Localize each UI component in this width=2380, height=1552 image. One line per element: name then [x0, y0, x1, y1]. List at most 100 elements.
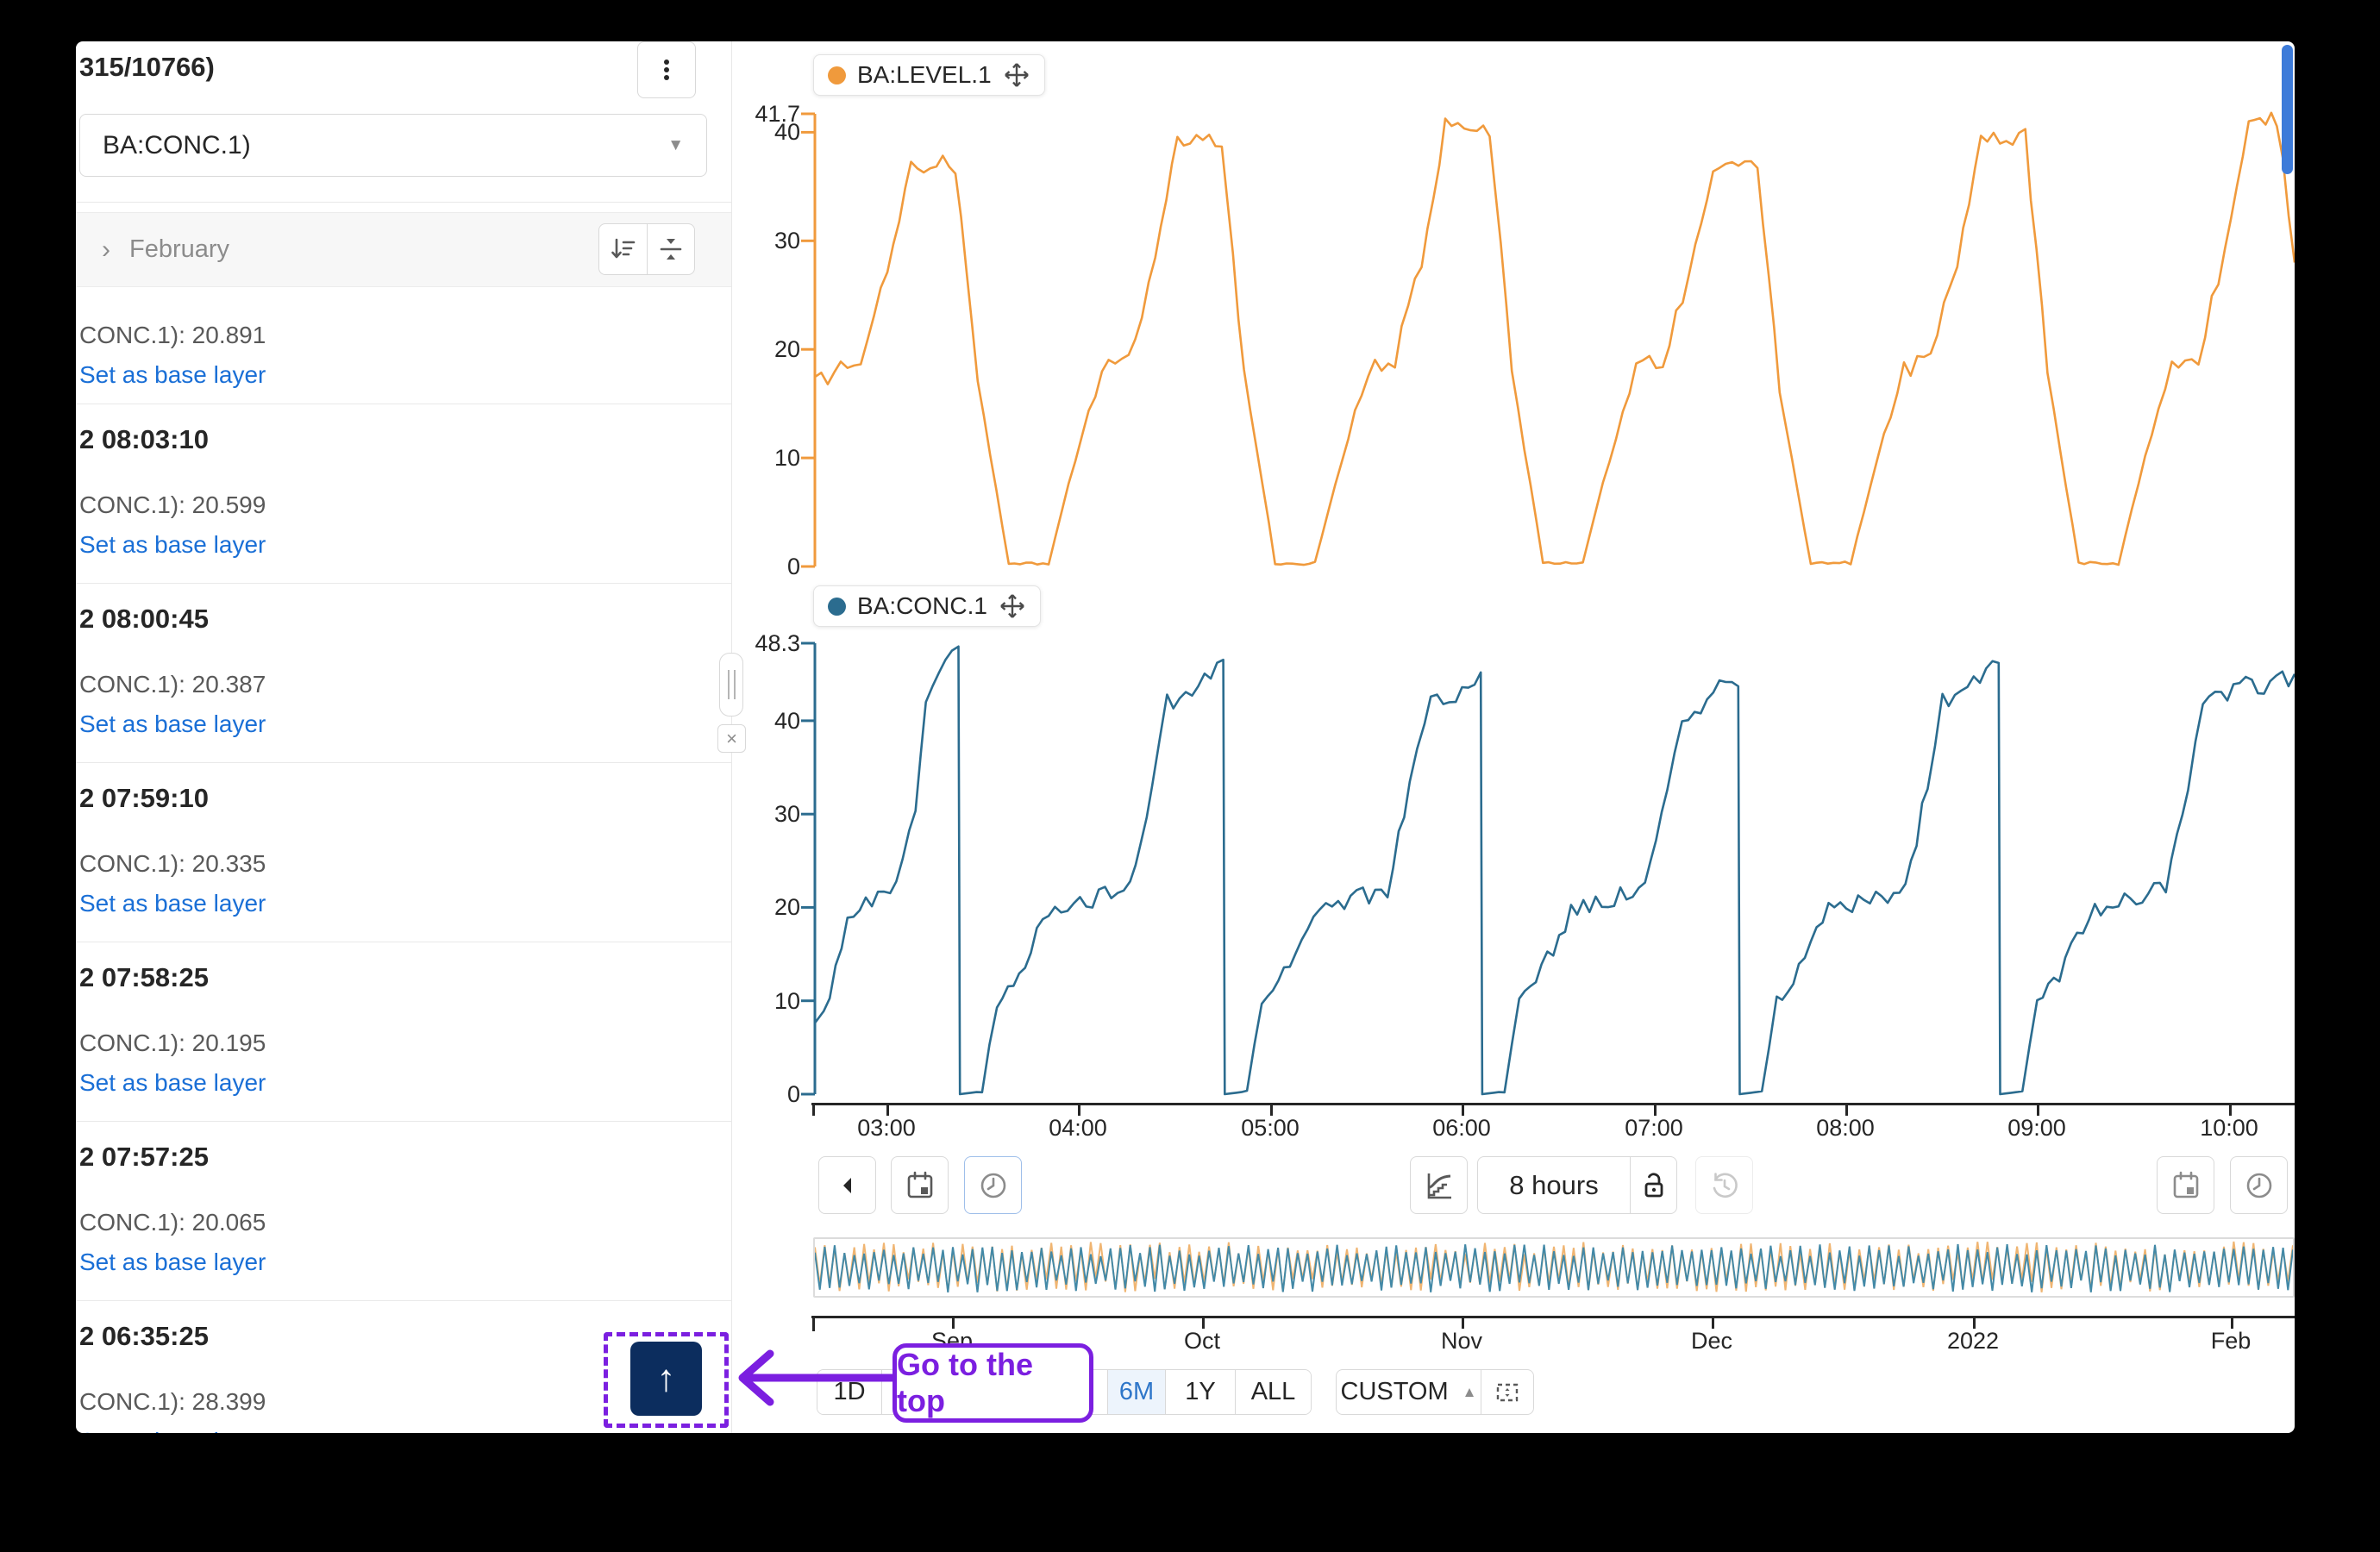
- fit-view-icon: [1493, 1378, 1522, 1407]
- month-group-label: February: [129, 235, 229, 264]
- x-axis-label: 09:00: [1985, 1115, 2089, 1142]
- legend-label: BA:CONC.1: [857, 592, 987, 620]
- y-axis-label: 0: [721, 1081, 800, 1107]
- duration-button[interactable]: 8 hours: [1478, 1157, 1630, 1213]
- calendar-button[interactable]: [891, 1156, 949, 1214]
- timeline-tick: [812, 1317, 815, 1331]
- group-controls: [598, 223, 695, 275]
- event-timestamp: 2 07:58:25: [79, 962, 209, 993]
- time-button[interactable]: [964, 1156, 1022, 1214]
- event-value: CONC.1): 20.387: [79, 671, 266, 698]
- range-preset-all[interactable]: ALL: [1235, 1370, 1311, 1414]
- event-value: CONC.1): 20.335: [79, 850, 266, 878]
- scrollbar-thumb[interactable]: [2282, 45, 2293, 174]
- y-axis-label: 10: [721, 445, 800, 471]
- event-list: CONC.1): 20.891 Set as base layer 2 08:0…: [76, 287, 731, 1433]
- chevron-up-icon: ▲: [1462, 1384, 1477, 1401]
- annotation-arrow: [729, 1342, 897, 1414]
- timeline-month-label: Nov: [1397, 1328, 1526, 1355]
- level-chart[interactable]: [801, 103, 2295, 586]
- set-base-layer-link[interactable]: Set as base layer: [79, 361, 266, 389]
- result-count-label: 315/10766): [79, 52, 215, 83]
- set-base-layer-link[interactable]: Set as base layer: [79, 1069, 266, 1097]
- x-axis-label: 07:00: [1602, 1115, 1706, 1142]
- annotation-tooltip: Go to the top: [892, 1343, 1093, 1423]
- chevron-right-icon[interactable]: ›: [102, 235, 110, 265]
- calendar-icon: [904, 1169, 936, 1202]
- fit-view-button[interactable]: [1481, 1370, 1533, 1414]
- event-value: CONC.1): 20.065: [79, 1209, 266, 1236]
- chart-style-button[interactable]: [1410, 1156, 1468, 1214]
- legend-chip-level[interactable]: BA:LEVEL.1: [813, 54, 1045, 96]
- pan-left-button[interactable]: [818, 1156, 876, 1214]
- y-axis-label: 40: [721, 119, 800, 145]
- event-value: CONC.1): 28.399: [79, 1388, 266, 1416]
- unlock-icon: [1638, 1169, 1670, 1202]
- arrow-up-icon: ↑: [657, 1360, 676, 1398]
- set-base-layer-link[interactable]: Set as base layer: [79, 1248, 266, 1276]
- annotation-label: Go to the top: [897, 1347, 1089, 1419]
- y-axis-label: 40: [721, 708, 800, 734]
- calendar-button-right[interactable]: [2157, 1156, 2214, 1214]
- legend-chip-conc[interactable]: BA:CONC.1: [813, 585, 1041, 627]
- conc-chart[interactable]: [801, 634, 2295, 1104]
- drag-move-icon: [1003, 61, 1030, 89]
- chevron-down-icon: ▼: [667, 136, 684, 155]
- y-axis-label: 30: [721, 801, 800, 827]
- custom-range-label: CUSTOM: [1341, 1378, 1449, 1406]
- list-item: 2 07:58:25 CONC.1): 20.195 Set as base l…: [76, 942, 731, 1122]
- event-timestamp: 2 06:35:25: [79, 1321, 209, 1352]
- event-value: CONC.1): 20.599: [79, 491, 266, 519]
- timeseries-dropdown[interactable]: BA:CONC.1) ▼: [79, 114, 707, 177]
- event-value: CONC.1): 20.195: [79, 1029, 266, 1057]
- x-axis-label: 06:00: [1410, 1115, 1513, 1142]
- more-options-button[interactable]: [637, 41, 696, 98]
- drag-move-icon: [999, 592, 1026, 620]
- sort-descending-icon: [608, 235, 637, 264]
- set-base-layer-link[interactable]: Set as base layer: [79, 531, 266, 559]
- lock-button[interactable]: [1630, 1157, 1676, 1213]
- x-axis-line: [811, 1103, 2295, 1105]
- timeline-month-label: Oct: [1137, 1328, 1267, 1355]
- clock-icon: [977, 1169, 1010, 1202]
- custom-range-button[interactable]: CUSTOM ▲: [1337, 1370, 1481, 1414]
- x-axis-label: 04:00: [1026, 1115, 1130, 1142]
- timeline-axis-line: [811, 1316, 2295, 1318]
- list-item: 2 08:03:10 CONC.1): 20.599 Set as base l…: [76, 404, 731, 584]
- overview-minimap[interactable]: [813, 1237, 2295, 1298]
- set-base-layer-link[interactable]: Set as base layer: [79, 1428, 266, 1433]
- y-axis-label: 20: [721, 336, 800, 362]
- y-axis-label: 48.3: [721, 630, 800, 656]
- clock-button-right[interactable]: [2230, 1156, 2288, 1214]
- legend-color-dot: [828, 598, 846, 616]
- sort-descending-button[interactable]: [599, 224, 647, 274]
- range-preset-6m[interactable]: 6M: [1107, 1370, 1165, 1414]
- month-group-header: › February: [76, 212, 731, 287]
- y-axis-label: 20: [721, 894, 800, 920]
- set-base-layer-link[interactable]: Set as base layer: [79, 710, 266, 738]
- history-icon: [1708, 1169, 1741, 1202]
- y-axis-label: 0: [721, 554, 800, 579]
- history-button[interactable]: [1695, 1156, 1753, 1214]
- dropdown-value: BA:CONC.1): [103, 131, 251, 160]
- timeline-month-label: Dec: [1647, 1328, 1776, 1355]
- duration-group: 8 hours: [1477, 1156, 1677, 1214]
- kebab-menu-icon: [652, 55, 681, 84]
- x-axis-label: 03:00: [835, 1115, 938, 1142]
- set-base-layer-link[interactable]: Set as base layer: [79, 890, 266, 917]
- divider: [76, 202, 731, 203]
- list-item: CONC.1): 20.891 Set as base layer: [76, 287, 731, 404]
- legend-color-dot: [828, 66, 846, 84]
- collapse-all-button[interactable]: [647, 224, 695, 274]
- x-axis-label: 10:00: [2177, 1115, 2281, 1142]
- range-preset-1y[interactable]: 1Y: [1165, 1370, 1235, 1414]
- x-axis-tick: [812, 1105, 815, 1116]
- y-axis-label: 30: [721, 228, 800, 253]
- triangle-left-icon: [835, 1173, 861, 1198]
- event-timestamp: 2 08:03:10: [79, 424, 209, 455]
- x-axis-label: 05:00: [1218, 1115, 1322, 1142]
- timeline-month-label: Feb: [2166, 1328, 2295, 1355]
- scroll-to-top-button[interactable]: ↑: [630, 1342, 702, 1416]
- event-timestamp: 2 07:57:25: [79, 1142, 209, 1173]
- y-axis-label: 10: [721, 988, 800, 1014]
